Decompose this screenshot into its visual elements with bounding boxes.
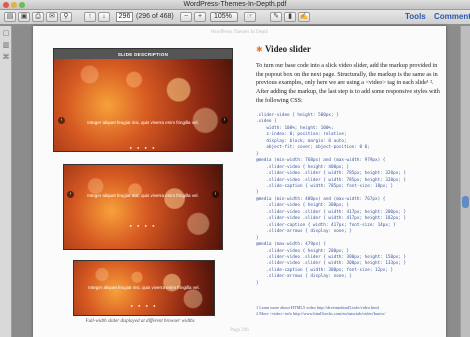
footnotes: 1 Learn more about HTML5 video http://di…	[256, 305, 444, 317]
highlight-icon[interactable]: ▮	[284, 12, 296, 22]
figure-caption: Full-width slider displayed at different…	[85, 319, 195, 324]
window-title: WordPress-Themes-In-Depth.pdf	[183, 1, 287, 8]
slider-heading: SLIDE DESCRIPTION	[117, 52, 169, 57]
attachments-icon[interactable]: ⌘	[2, 54, 10, 62]
zoom-select[interactable]: 105%	[210, 12, 238, 22]
slider-large: SLIDE DESCRIPTION Integer aliquet feugia…	[53, 48, 233, 152]
footnote-2[interactable]: 2 More <video> info http://www.html5rock…	[256, 311, 444, 317]
title-bar: WordPress-Themes-In-Depth.pdf	[0, 0, 470, 10]
bookmarks-icon[interactable]: ▥	[2, 42, 10, 50]
section-body: To turn our base code into a slick video…	[256, 63, 440, 104]
next-arrow-icon[interactable]: ›	[212, 191, 219, 198]
slide-dots: ● ● ● ●	[129, 223, 157, 228]
sign-icon[interactable]: ✍	[298, 12, 310, 22]
slide-caption: Integer aliquet feugiat nisi, quis viver…	[87, 193, 199, 198]
pages-icon[interactable]: ▢	[2, 30, 10, 38]
hand-tool-icon[interactable]: ☞	[244, 12, 256, 22]
page-number-footer: Page 296	[230, 328, 249, 333]
toolbar: ▤ ▣ ⎙ ✉ ⚲ ↑ ↓ 296 (296 of 468) − + 105% …	[0, 10, 470, 25]
arrow-down-icon[interactable]: ↓	[98, 12, 110, 22]
slider-small: Integer aliquet feugiat nisi, quis viver…	[73, 260, 215, 316]
slide-caption: Integer aliquet feugiat nisi, quis viver…	[87, 120, 199, 125]
slide-dots: ● ● ● ●	[129, 145, 157, 150]
scroll-thumb[interactable]	[462, 196, 469, 208]
search-icon[interactable]: ⚲	[60, 12, 72, 22]
zoom-out-icon[interactable]: −	[180, 12, 192, 22]
print-icon[interactable]: ⎙	[32, 12, 44, 22]
comment-tab[interactable]: Comment	[434, 12, 470, 21]
next-arrow-icon[interactable]: ›	[221, 117, 228, 124]
page-count: (296 of 468)	[136, 13, 174, 20]
slide-caption: Integer aliquet feugiat nisi, quis viver…	[88, 285, 200, 290]
arrow-up-icon[interactable]: ↑	[84, 12, 96, 22]
slider-medium: Integer aliquet feugiat nisi, quis viver…	[63, 164, 223, 250]
pdf-page: WordPress Themes In Depth SLIDE DESCRIPT…	[33, 26, 446, 337]
code-block: .slider-video { height: 500px; } .video …	[256, 113, 407, 286]
slide-dots: ● ● ● ●	[130, 303, 158, 308]
section-star-icon: ✱	[256, 45, 263, 54]
prev-arrow-icon[interactable]: ‹	[67, 191, 74, 198]
prev-arrow-icon[interactable]: ‹	[58, 117, 65, 124]
vertical-scrollbar[interactable]	[460, 26, 470, 337]
save-icon[interactable]: ▣	[18, 12, 30, 22]
running-head: WordPress Themes In Depth	[210, 30, 269, 35]
section-heading: Video slider	[265, 44, 311, 54]
navigation-panel: ▢ ▥ ⌘	[0, 26, 12, 337]
email-icon[interactable]: ✉	[46, 12, 58, 22]
comment-icon[interactable]: ✎	[270, 12, 282, 22]
page-number-input[interactable]: 296	[116, 12, 133, 22]
zoom-in-icon[interactable]: +	[194, 12, 206, 22]
open-folder-icon[interactable]: ▤	[4, 12, 16, 22]
tools-tab[interactable]: Tools	[405, 12, 426, 21]
